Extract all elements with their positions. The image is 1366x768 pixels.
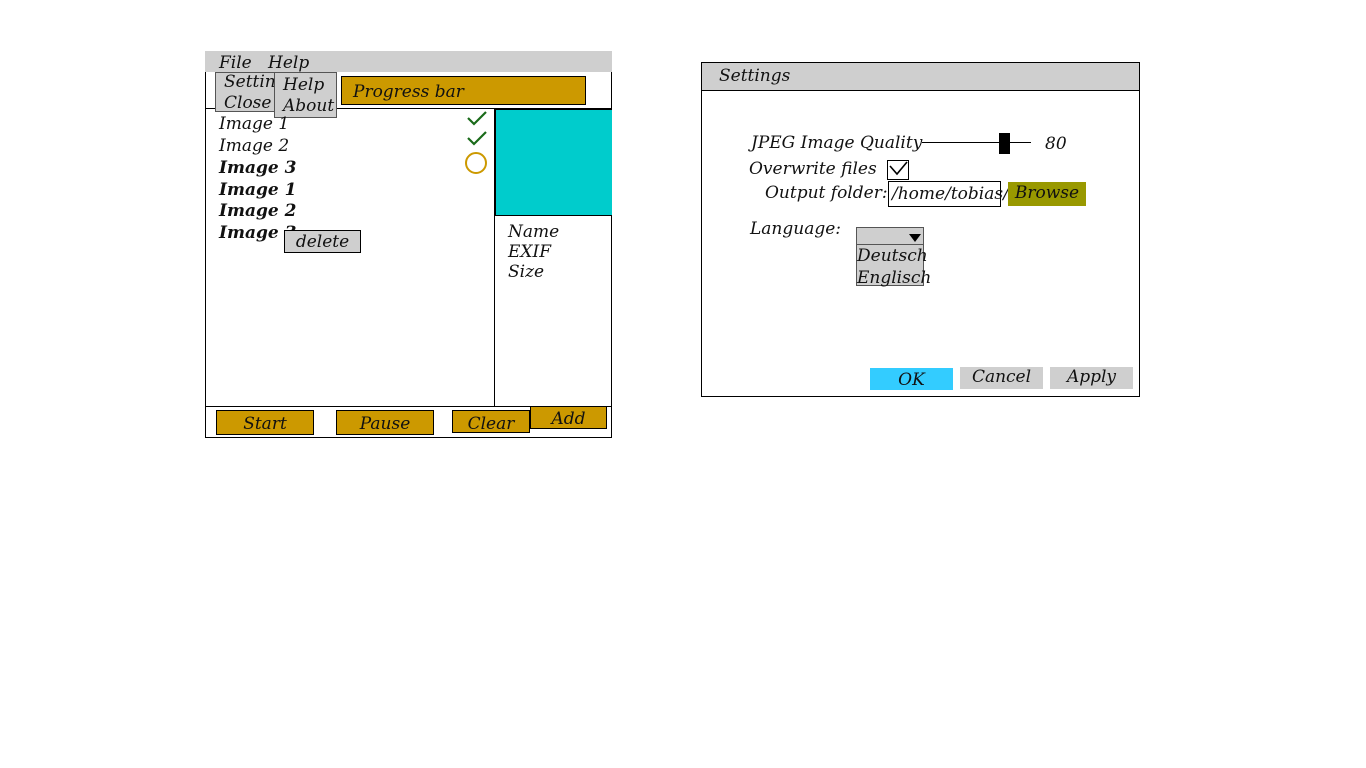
start-button[interactable]: Start [216, 410, 314, 435]
settings-title-bar: Settings [702, 63, 1139, 91]
menu-help[interactable]: Help [268, 53, 309, 73]
add-button[interactable]: Add [530, 406, 607, 429]
delete-button[interactable]: delete [284, 230, 361, 253]
progress-label: Progress bar [353, 82, 464, 102]
checkmark-icon [889, 161, 908, 176]
list-item[interactable]: Image 1 [219, 180, 296, 200]
clear-button[interactable]: Clear [452, 410, 530, 434]
menu-bar [205, 51, 612, 72]
overwrite-label: Overwrite files [749, 159, 877, 179]
ok-button[interactable]: OK [870, 368, 953, 390]
browse-button[interactable]: Browse [1008, 182, 1086, 206]
jpeg-quality-label: JPEG Image Quality [751, 133, 923, 153]
check-icon [467, 111, 487, 126]
jpeg-quality-slider[interactable] [922, 142, 1031, 143]
check-icon [467, 131, 487, 146]
progress-bar: Progress bar [341, 76, 586, 105]
dialog-title: Settings [719, 66, 791, 86]
output-folder-value: /home/tobias/ [892, 184, 1009, 204]
language-option-deutsch[interactable]: Deutsch [857, 246, 928, 266]
dropdown-arrow-icon[interactable] [909, 234, 921, 242]
list-item[interactable]: Image 1 [219, 114, 289, 134]
language-option-englisch[interactable]: Englisch [857, 268, 931, 288]
pending-circle-icon [465, 152, 487, 174]
menu-item-help[interactable]: Help [283, 75, 324, 95]
list-item[interactable]: Image 2 [219, 136, 289, 156]
detail-size: Size [508, 262, 545, 282]
detail-name: Name [508, 222, 560, 242]
jpeg-quality-value: 80 [1045, 134, 1067, 154]
divider [857, 244, 923, 245]
cancel-button[interactable]: Cancel [960, 367, 1043, 389]
image-preview [495, 109, 612, 216]
apply-button[interactable]: Apply [1050, 367, 1133, 389]
list-item[interactable]: Image 2 [219, 201, 296, 221]
overwrite-checkbox[interactable] [887, 160, 909, 180]
detail-exif: EXIF [508, 242, 552, 262]
list-item[interactable]: Image 3 [219, 158, 296, 178]
slider-handle[interactable] [999, 133, 1010, 154]
output-folder-field[interactable]: /home/tobias/ [888, 181, 1009, 207]
pause-button[interactable]: Pause [336, 410, 434, 435]
output-folder-label: Output folder: [765, 183, 888, 203]
language-label: Language: [750, 219, 842, 239]
menu-file[interactable]: File [219, 53, 252, 73]
